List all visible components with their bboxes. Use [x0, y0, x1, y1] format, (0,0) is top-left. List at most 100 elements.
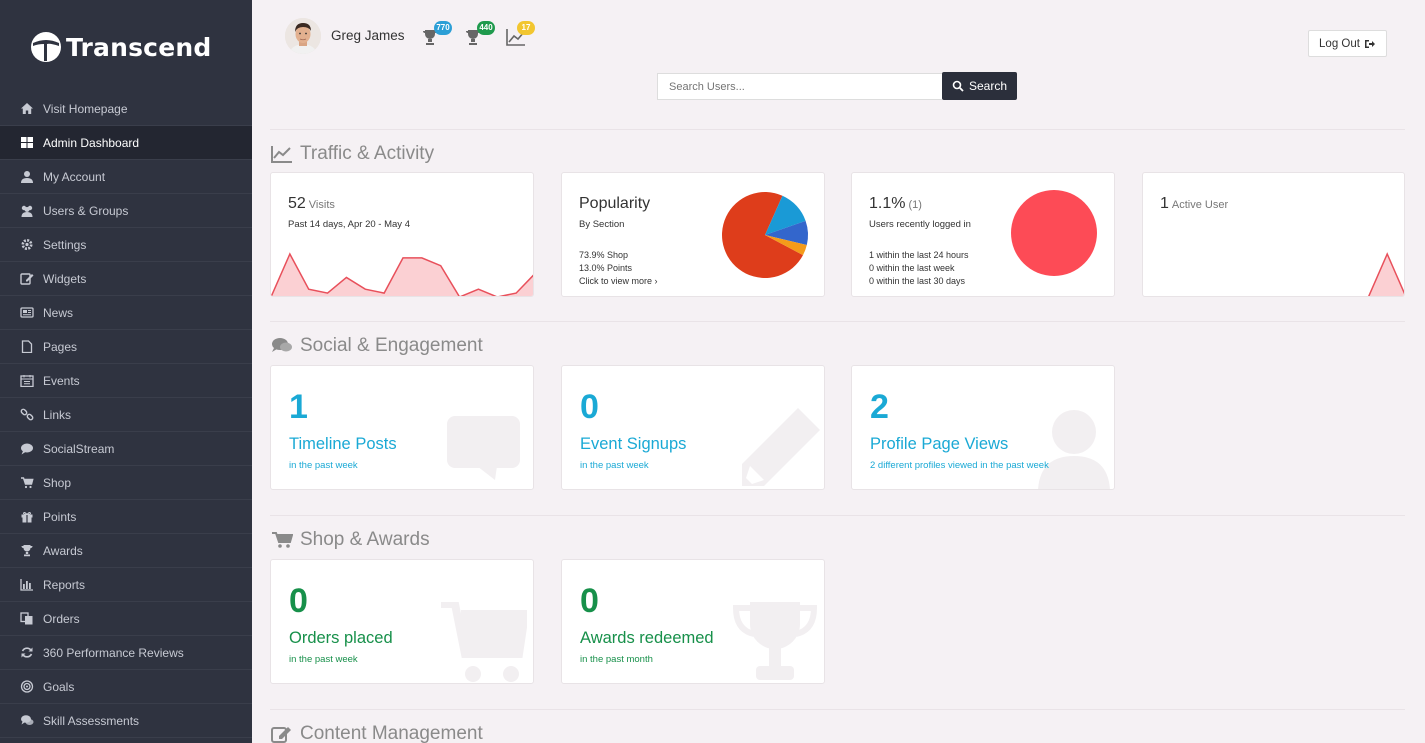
active-users-count: 1	[1160, 195, 1169, 212]
sidebar-item-360-performance-reviews[interactable]: 360 Performance Reviews	[0, 636, 252, 670]
sidebar-item-label: Widgets	[43, 271, 87, 286]
visits-card[interactable]: 52 Visits Past 14 days, Apr 20 - May 4	[270, 172, 534, 297]
sidebar-item-admin-dashboard[interactable]: Admin Dashboard	[0, 126, 252, 160]
comments-icon	[19, 714, 35, 728]
profile-views-label: Profile Page Views	[870, 435, 1009, 453]
timeline-posts-label: Timeline Posts	[289, 435, 397, 453]
popularity-line-1: 73.9% Shop	[579, 250, 629, 260]
event-signups-label: Event Signups	[580, 435, 687, 453]
user-name[interactable]: Greg James	[331, 28, 405, 43]
timeline-posts-card[interactable]: 1 Timeline Posts in the past week	[270, 365, 534, 490]
popularity-view-more-link[interactable]: Click to view more ›	[579, 276, 658, 286]
sidebar-item-label: Pages	[43, 339, 78, 354]
sidebar-item-points[interactable]: Points	[0, 500, 252, 534]
profile-views-sub: 2 different profiles viewed in the past …	[870, 460, 1049, 471]
comment-bg-icon	[447, 416, 520, 480]
popularity-title: Popularity	[579, 195, 651, 212]
gear-icon	[19, 238, 35, 252]
sidebar-item-my-account[interactable]: My Account	[0, 160, 252, 194]
sidebar-item-widgets[interactable]: Widgets	[0, 262, 252, 296]
sidebar-item-orders[interactable]: Orders	[0, 602, 252, 636]
timeline-posts-sub: in the past week	[289, 460, 358, 471]
sidebar-item-socialstream[interactable]: SocialStream	[0, 432, 252, 466]
awards-redeemed-card[interactable]: 0 Awards redeemed in the past month	[561, 559, 825, 684]
section-title-shop: Shop & Awards	[271, 529, 430, 551]
event-signups-count: 0	[580, 388, 599, 426]
sidebar-item-events[interactable]: Events	[0, 364, 252, 398]
sidebar-item-reports[interactable]: Reports	[0, 568, 252, 602]
divider	[270, 321, 1405, 322]
sidebar-item-label: Events	[43, 373, 80, 388]
badge-count: 770	[434, 21, 452, 35]
sidebar-nav: Visit Homepage Admin Dashboard My Account U…	[0, 92, 252, 738]
search-button[interactable]: Search	[942, 72, 1017, 100]
bar-chart-icon	[19, 578, 35, 592]
awards-redeemed-sub: in the past month	[580, 654, 653, 665]
link-icon	[19, 408, 35, 422]
activity-badge-yellow[interactable]: 17	[505, 21, 535, 49]
timeline-posts-count: 1	[289, 388, 308, 426]
sidebar: Transcend Visit Homepage Admin Dashboard M…	[0, 0, 252, 743]
profile-views-card[interactable]: 2 Profile Page Views 2 different profile…	[851, 365, 1115, 490]
gift-icon	[19, 510, 35, 524]
sidebar-item-shop[interactable]: Shop	[0, 466, 252, 500]
logo-mark-icon	[31, 32, 61, 62]
sidebar-item-pages[interactable]: Pages	[0, 330, 252, 364]
user-bg-icon	[1038, 410, 1110, 489]
logout-button[interactable]: Log Out	[1308, 30, 1387, 57]
profile-views-count: 2	[870, 388, 889, 426]
event-signups-card[interactable]: 0 Event Signups in the past week	[561, 365, 825, 490]
sidebar-item-label: SocialStream	[43, 441, 115, 456]
sidebar-item-goals[interactable]: Goals	[0, 670, 252, 704]
copy-icon	[19, 612, 35, 626]
orders-placed-sub: in the past week	[289, 654, 358, 665]
cart-bg-icon	[441, 602, 527, 682]
sidebar-item-skill-assessments[interactable]: Skill Assessments	[0, 704, 252, 738]
sidebar-item-awards[interactable]: Awards	[0, 534, 252, 568]
section-title-traffic: Traffic & Activity	[271, 143, 434, 165]
avatar-image	[285, 18, 321, 54]
active-users-unit: Active User	[1171, 199, 1229, 211]
popularity-pie-chart	[722, 192, 808, 278]
logins-pie-chart	[1011, 190, 1097, 276]
logins-line-3: 0 within the last 30 days	[869, 276, 966, 286]
logo[interactable]: Transcend	[30, 28, 211, 66]
sidebar-item-label: Visit Homepage	[43, 101, 128, 116]
search-button-label: Search	[968, 79, 1008, 93]
sidebar-item-label: Admin Dashboard	[43, 135, 140, 150]
orders-placed-card[interactable]: 0 Orders placed in the past week	[270, 559, 534, 684]
brand-name: Transcend	[66, 32, 212, 62]
edit-icon	[19, 272, 35, 286]
awards-redeemed-count: 0	[580, 582, 599, 620]
dashboard-icon	[19, 136, 35, 150]
section-title-content: Content Management	[271, 723, 483, 743]
divider	[270, 709, 1405, 710]
divider	[270, 515, 1405, 516]
sidebar-item-users-groups[interactable]: Users & Groups	[0, 194, 252, 228]
sidebar-item-settings[interactable]: Settings	[0, 228, 252, 262]
sidebar-item-visit-homepage[interactable]: Visit Homepage	[0, 92, 252, 126]
active-users-card[interactable]: 1 Active User	[1142, 172, 1405, 297]
sidebar-item-news[interactable]: News	[0, 296, 252, 330]
popularity-line-2: 13.0% Points	[579, 263, 633, 273]
logout-label: Log Out	[1319, 37, 1360, 50]
logins-card[interactable]: 1.1% (1) Users recently logged in 1 withi…	[851, 172, 1115, 297]
sign-out-icon	[1364, 39, 1375, 48]
sidebar-item-label: Orders	[43, 611, 80, 626]
calendar-icon	[19, 374, 35, 388]
trophy-icon	[19, 544, 35, 558]
edit-icon	[271, 727, 291, 743]
logins-line-2: 0 within the last week	[869, 263, 955, 273]
avatar[interactable]	[285, 18, 321, 54]
sparkline-area	[271, 254, 533, 296]
trophy-badge-blue[interactable]: 770	[420, 21, 452, 49]
trophy-badge-green[interactable]: 440	[463, 21, 495, 49]
visits-sparkline	[271, 252, 533, 296]
popularity-card[interactable]: Popularity By Section 73.9% Shop 13.0% P…	[561, 172, 825, 297]
awards-redeemed-label: Awards redeemed	[580, 629, 714, 647]
visits-count: 52	[288, 195, 306, 212]
file-icon	[19, 340, 35, 354]
logins-subtitle: Users recently logged in	[869, 219, 971, 230]
sidebar-item-links[interactable]: Links	[0, 398, 252, 432]
search-input[interactable]	[657, 73, 942, 100]
